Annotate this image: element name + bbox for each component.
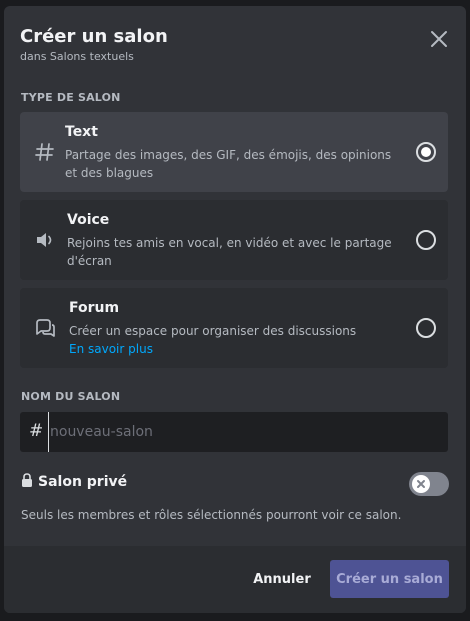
option-title: Forum [69, 300, 120, 316]
channel-type-option-forum[interactable]: Forum Créer un espace pour organiser des… [20, 288, 448, 368]
modal-header: Créer un salon dans Salons textuels [20, 26, 168, 63]
create-channel-button[interactable]: Créer un salon [330, 560, 449, 598]
option-title: Text [65, 124, 98, 140]
radio-text[interactable] [416, 142, 436, 162]
private-row: Salon privé [21, 472, 127, 491]
lock-icon [21, 472, 33, 491]
private-label: Salon privé [38, 473, 128, 490]
option-title: Voice [67, 212, 110, 228]
private-toggle[interactable] [409, 472, 449, 496]
modal-title: Créer un salon [20, 26, 168, 47]
radio-voice[interactable] [416, 230, 436, 250]
modal-footer: Annuler Créer un salon [4, 546, 466, 613]
create-channel-modal: Créer un salon dans Salons textuels TYPE… [4, 6, 466, 613]
option-description: Partage des images, des GIF, des émojis,… [65, 148, 392, 180]
toggle-knob [412, 475, 430, 493]
private-description: Seuls les membres et rôles sélectionnés … [21, 508, 402, 522]
close-icon[interactable] [428, 28, 450, 50]
channel-type-option-text[interactable]: Text Partage des images, des GIF, des ém… [20, 112, 448, 192]
option-description: Rejoins tes amis en vocal, en vidéo et a… [67, 236, 392, 268]
hash-icon: # [29, 421, 44, 441]
modal-subtitle: dans Salons textuels [20, 50, 134, 63]
speaker-icon [34, 229, 56, 251]
option-description: Créer un espace pour organiser des discu… [69, 324, 357, 338]
forum-icon [34, 317, 56, 339]
channel-name-input[interactable] [48, 412, 438, 452]
channel-name-field[interactable]: # [20, 412, 448, 452]
cancel-button[interactable]: Annuler [244, 560, 320, 598]
channel-name-label: NOM DU SALON [21, 390, 121, 403]
channel-type-option-voice[interactable]: Voice Rejoins tes amis en vocal, en vidé… [20, 200, 448, 280]
radio-forum[interactable] [416, 318, 436, 338]
learn-more-link[interactable]: En savoir plus [69, 342, 153, 356]
x-icon [417, 480, 425, 488]
channel-type-label: TYPE DE SALON [21, 91, 121, 104]
hash-icon [34, 141, 56, 163]
